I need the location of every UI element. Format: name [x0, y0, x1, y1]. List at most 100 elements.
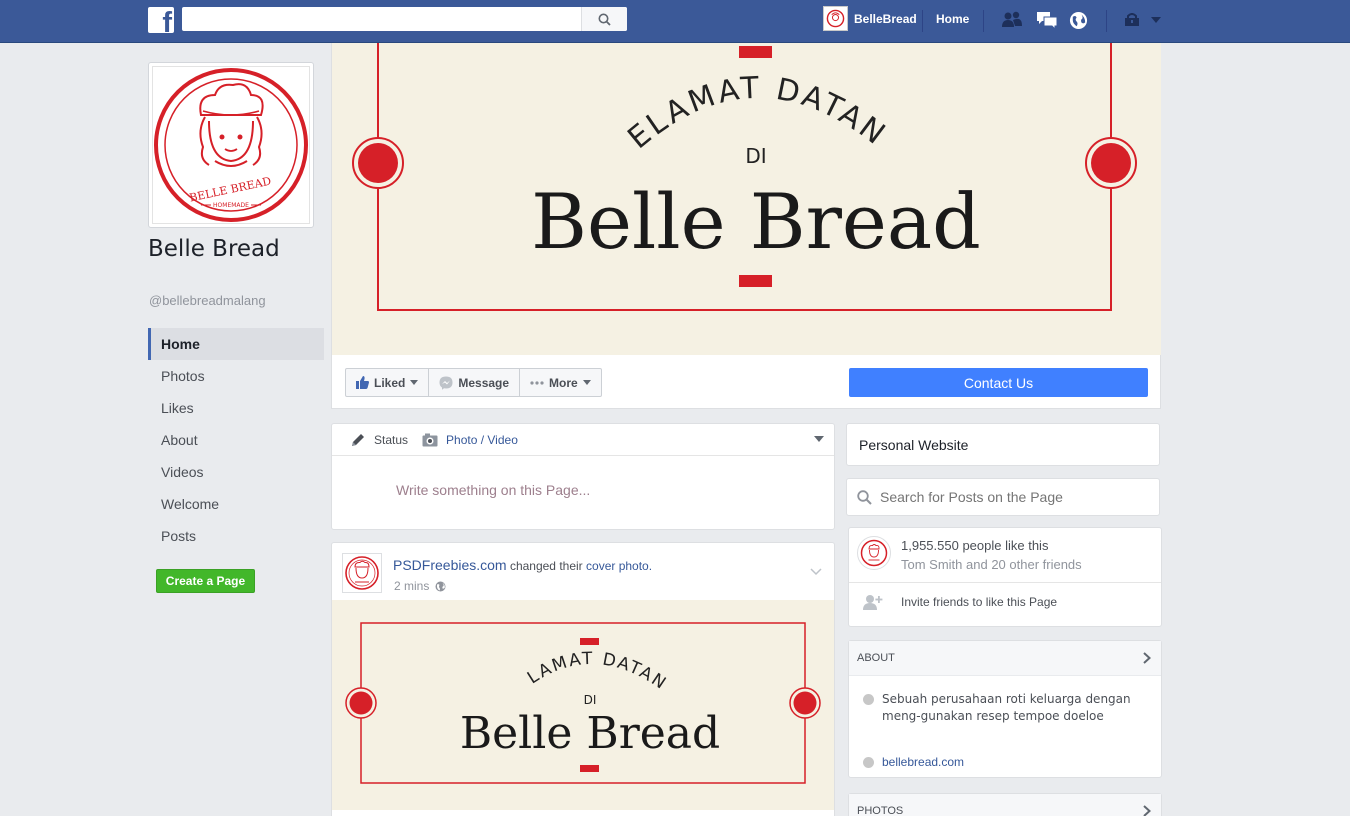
friends-who-like[interactable]: Tom Smith and 20 other friends	[901, 555, 1082, 574]
create-page-button[interactable]: Create a Page	[156, 569, 255, 593]
photos-header[interactable]: PHOTOS	[849, 794, 1161, 816]
global-search-input[interactable]	[182, 7, 580, 31]
tab-photo-video[interactable]: Photo / Video	[446, 433, 518, 447]
nav-item-likes[interactable]: Likes	[148, 392, 324, 424]
nav-item-about[interactable]: About	[148, 424, 324, 456]
info-icon	[863, 694, 874, 705]
divider	[849, 582, 1161, 583]
belle-bread-logo: BELLE BREAD HOMEMADE	[152, 66, 310, 224]
post-timestamp: 2 mins	[394, 579, 446, 593]
chevron-right-icon	[1143, 652, 1151, 664]
page-navigation: Home Photos Likes About Videos Welcome P…	[148, 328, 324, 552]
likes-count[interactable]: 1,955.550 people like this	[901, 536, 1082, 555]
search-icon	[598, 13, 611, 26]
personal-website-card[interactable]: Personal Website	[846, 423, 1160, 466]
page-post-search-input[interactable]	[880, 489, 1150, 505]
composer-menu-caret-icon[interactable]	[814, 436, 824, 442]
divider	[922, 10, 923, 32]
cover-card: SELAMAT DATANG DI Belle Bread Liked Mess…	[331, 43, 1161, 409]
messages-icon[interactable]	[1036, 10, 1058, 30]
logo-brand-text: BELLE BREAD	[188, 175, 272, 205]
logo-subtext: HOMEMADE	[213, 202, 249, 209]
cover-photo[interactable]: SELAMAT DATANG DI Belle Bread	[332, 43, 1161, 355]
about-card: ABOUT Sebuah perusahaan roti keluarga de…	[848, 640, 1162, 778]
cover-brand-title: Belle Bread	[531, 177, 981, 266]
website-link[interactable]: bellebread.com	[882, 755, 964, 769]
post-action-text: changed their	[509, 559, 583, 573]
chevron-right-icon	[1143, 805, 1151, 816]
cover-greeting: SELAMAT DATANG	[332, 43, 894, 156]
post-author-avatar[interactable]	[342, 553, 382, 593]
friend-requests-icon[interactable]	[1001, 10, 1023, 30]
page-username[interactable]: @bellebreadmalang	[149, 293, 266, 308]
liked-button[interactable]: Liked	[346, 369, 430, 396]
top-navigation-bar: f BelleBread Home	[0, 0, 1350, 43]
search-icon	[857, 489, 872, 505]
page-likes-card: 1,955.550 people like this Tom Smith and…	[848, 527, 1162, 627]
post-options-chevron-icon[interactable]	[810, 563, 822, 581]
likes-summary: 1,955.550 people like this Tom Smith and…	[857, 536, 1082, 574]
feed-post: PSDFreebies.com changed their cover phot…	[331, 542, 835, 816]
post-header: PSDFreebies.com changed their cover phot…	[393, 557, 652, 573]
profile-shortcut[interactable]: BelleBread	[823, 6, 917, 31]
chevron-down-icon	[410, 380, 419, 385]
more-label: More	[549, 375, 578, 390]
message-label: Message	[458, 375, 510, 390]
page-title: Belle Bread	[148, 236, 280, 262]
search-button[interactable]	[581, 7, 627, 31]
page-action-bar: Liked Message More	[345, 368, 602, 397]
more-dots-icon	[530, 380, 544, 385]
about-description-row: Sebuah perusahaan roti keluarga dengan m…	[863, 691, 1153, 725]
quick-help-icon[interactable]	[1124, 10, 1140, 30]
photos-title: PHOTOS	[857, 805, 904, 816]
cover-di: DI	[745, 144, 766, 168]
website-row: bellebread.com	[863, 755, 964, 769]
globe-icon	[863, 756, 874, 768]
tab-status[interactable]: Status	[374, 433, 408, 447]
invite-friends-label: Invite friends to like this Page	[901, 595, 1058, 609]
messenger-icon	[439, 376, 453, 390]
camera-icon	[422, 433, 438, 446]
nav-item-photos[interactable]: Photos	[148, 360, 324, 392]
account-caret-icon[interactable]	[1150, 10, 1162, 30]
facebook-logo-icon[interactable]: f	[148, 7, 174, 33]
about-header[interactable]: ABOUT	[849, 641, 1161, 676]
nav-item-welcome[interactable]: Welcome	[148, 488, 324, 520]
nav-item-posts[interactable]: Posts	[148, 520, 324, 552]
photos-card: PHOTOS	[848, 793, 1162, 816]
nav-item-videos[interactable]: Videos	[148, 456, 324, 488]
post-cover-di: DI	[584, 693, 597, 707]
post-time-text[interactable]: 2 mins	[394, 579, 429, 593]
page-profile-picture[interactable]: BELLE BREAD HOMEMADE	[148, 62, 314, 228]
contact-us-button[interactable]: Contact Us	[849, 368, 1148, 397]
chevron-down-icon	[582, 380, 591, 385]
composer-text-input[interactable]: Write something on this Page...	[396, 482, 590, 498]
home-link[interactable]: Home	[936, 12, 969, 26]
post-composer: Status Photo / Video Write something on …	[331, 423, 835, 530]
more-button[interactable]: More	[520, 369, 601, 396]
page-avatar	[823, 6, 848, 31]
message-button[interactable]: Message	[429, 369, 521, 396]
about-description: Sebuah perusahaan roti keluarga dengan m…	[882, 692, 1131, 723]
divider	[1106, 10, 1107, 32]
post-cover-photo-link[interactable]: cover photo.	[586, 559, 652, 573]
public-globe-icon	[435, 581, 446, 591]
invite-friends-row[interactable]: Invite friends to like this Page	[863, 594, 1057, 610]
post-cover-greeting: SELAMAT DATANG	[332, 600, 671, 694]
add-friend-icon	[863, 595, 883, 610]
post-cover-brand-title: Belle Bread	[460, 708, 720, 759]
page-avatar	[857, 536, 891, 570]
thumbs-up-icon	[356, 376, 369, 389]
about-title: ABOUT	[857, 652, 895, 664]
notifications-globe-icon[interactable]	[1069, 10, 1088, 30]
post-author-name[interactable]: PSDFreebies.com	[393, 557, 507, 573]
profile-name: BelleBread	[854, 11, 917, 26]
liked-label: Liked	[374, 375, 406, 390]
pencil-icon	[352, 433, 364, 446]
composer-tabs: Status Photo / Video	[332, 424, 834, 456]
global-search	[182, 7, 627, 31]
nav-item-home[interactable]: Home	[148, 328, 324, 360]
post-cover-image[interactable]: SELAMAT DATANG DI Belle Bread	[332, 600, 834, 810]
divider	[983, 10, 984, 32]
page-post-search	[846, 478, 1160, 516]
